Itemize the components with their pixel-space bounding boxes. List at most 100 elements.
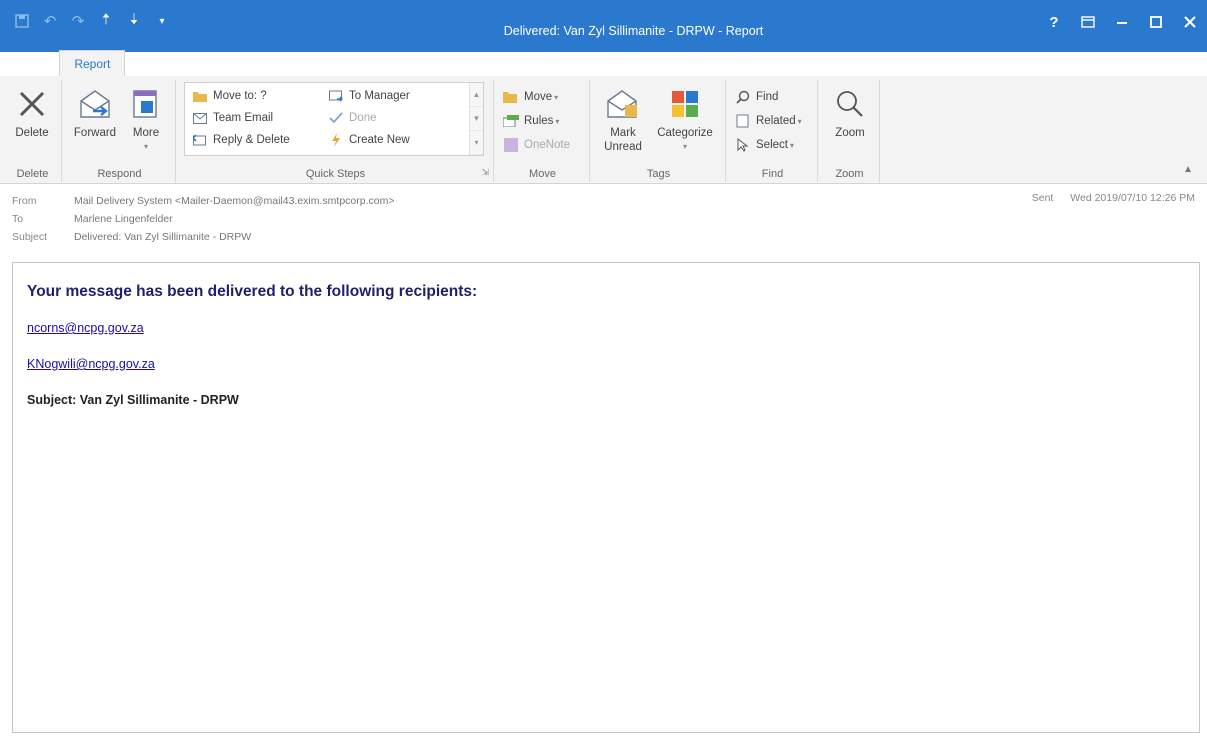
more-button[interactable]: More ▾ bbox=[124, 82, 168, 162]
group-tags: Mark Unread Categorize ▾ Tags bbox=[592, 80, 726, 182]
forward-button[interactable]: Forward bbox=[68, 82, 122, 162]
to-row: To Marlene Lingenfelder bbox=[12, 210, 173, 228]
quick-steps-scrollbar[interactable]: ▲ ▼ ▾ bbox=[469, 83, 483, 155]
arrow-up-icon[interactable]: 🠡 bbox=[92, 8, 120, 34]
quick-step-team-email[interactable]: Team Email bbox=[191, 107, 273, 129]
delete-label: Delete bbox=[15, 127, 49, 139]
onenote-button[interactable]: OneNote bbox=[502, 134, 570, 156]
categorize-icon bbox=[663, 82, 707, 126]
group-delete: Delete Delete bbox=[4, 80, 62, 182]
quick-step-create-new[interactable]: Create New bbox=[327, 129, 410, 151]
delete-x-icon bbox=[10, 82, 54, 126]
group-label-delete: Delete bbox=[16, 168, 49, 180]
message-body: Your message has been delivered to the f… bbox=[12, 262, 1200, 733]
zoom-button[interactable]: Zoom bbox=[826, 82, 874, 162]
title-bar: ↶ ↷ 🠡 🠣 ▾ Delivered: Van Zyl Sillimanite… bbox=[0, 0, 1207, 76]
delete-button[interactable]: Delete bbox=[8, 82, 56, 162]
mark-unread-icon bbox=[601, 82, 645, 126]
window-title: Delivered: Van Zyl Sillimanite - DRPW - … bbox=[503, 24, 764, 38]
quick-steps-launcher-icon[interactable]: ⇲ bbox=[481, 167, 489, 178]
window-controls: ? bbox=[1037, 10, 1207, 34]
help-icon[interactable]: ? bbox=[1037, 10, 1071, 34]
related-dropdown-icon: ▾ bbox=[797, 116, 802, 126]
scroll-up-icon[interactable]: ▲ bbox=[470, 83, 483, 107]
from-label: From bbox=[12, 195, 37, 207]
redo-icon[interactable]: ↷ bbox=[64, 8, 92, 34]
group-find: Find Related ▾ Select ▾ Find bbox=[728, 80, 818, 182]
recipient-link[interactable]: ncorns@ncpg.gov.za bbox=[27, 321, 1185, 335]
scroll-down-icon[interactable]: ▼ bbox=[470, 107, 483, 131]
subject-value: Delivered: Van Zyl Sillimanite - DRPW bbox=[74, 231, 252, 243]
more-respond-icon bbox=[124, 82, 168, 126]
zoom-magnifier-icon bbox=[828, 82, 872, 126]
recipient-link[interactable]: KNogwili@ncpg.gov.za bbox=[27, 357, 1185, 371]
move-button[interactable]: Move ▾ bbox=[502, 86, 558, 108]
subject-label: Subject bbox=[12, 231, 48, 243]
quick-step-move-to[interactable]: Move to: ? bbox=[191, 85, 267, 107]
mark-unread-button[interactable]: Mark Unread bbox=[598, 82, 648, 162]
check-icon bbox=[327, 110, 345, 126]
more-label: More bbox=[132, 127, 160, 139]
group-label-zoom: Zoom bbox=[835, 168, 864, 180]
close-icon[interactable] bbox=[1173, 10, 1207, 34]
to-value[interactable]: Marlene Lingenfelder bbox=[74, 213, 173, 225]
group-label-move: Move bbox=[529, 168, 556, 180]
minimize-icon[interactable] bbox=[1105, 10, 1139, 34]
outlook-message-window: ↶ ↷ 🠡 🠣 ▾ Delivered: Van Zyl Sillimanite… bbox=[0, 0, 1207, 739]
select-button[interactable]: Select ▾ bbox=[734, 134, 794, 156]
undo-icon[interactable]: ↶ bbox=[36, 8, 64, 34]
sent-info: Sent Wed 2019/07/10 12:26 PM bbox=[1032, 192, 1195, 204]
collapse-ribbon-icon[interactable]: ▲ bbox=[1183, 164, 1193, 175]
group-respond: Forward More ▾ Respond bbox=[64, 80, 176, 182]
folder-icon bbox=[191, 88, 209, 104]
group-label-respond: Respond bbox=[97, 168, 142, 180]
select-dropdown-icon: ▾ bbox=[789, 140, 794, 150]
group-move: Move ▾ Rules ▾ OneNote Move bbox=[496, 80, 590, 182]
subject-row: Subject Delivered: Van Zyl Sillimanite -… bbox=[12, 228, 251, 246]
maximize-icon[interactable] bbox=[1139, 10, 1173, 34]
categorize-label: Categorize bbox=[657, 127, 713, 139]
save-icon[interactable] bbox=[8, 8, 36, 34]
rules-dropdown-icon: ▾ bbox=[555, 116, 560, 126]
group-label-find: Find bbox=[761, 168, 784, 180]
customize-icon[interactable]: ▾ bbox=[148, 8, 176, 34]
quick-step-to-manager[interactable]: To Manager bbox=[327, 85, 410, 107]
zoom-label: Zoom bbox=[835, 127, 865, 139]
ribbon-tabs: File Report bbox=[0, 49, 126, 76]
rules-icon bbox=[502, 113, 520, 129]
select-cursor-icon bbox=[734, 137, 752, 153]
body-subject-line: Subject: Van Zyl Sillimanite - DRPW bbox=[27, 393, 239, 407]
delivery-heading: Your message has been delivered to the f… bbox=[27, 283, 478, 300]
quick-step-done[interactable]: Done bbox=[327, 107, 377, 129]
quick-steps-gallery: Move to: ? Team Email Reply & Delete To … bbox=[184, 82, 484, 156]
rules-button[interactable]: Rules ▾ bbox=[502, 110, 559, 132]
team-email-icon bbox=[191, 110, 209, 126]
group-label-tags: Tags bbox=[646, 168, 671, 180]
move-folder-icon bbox=[502, 89, 520, 105]
tab-report[interactable]: Report bbox=[59, 50, 126, 76]
ribbon: Delete Delete Forward More ▾ Respond Qui… bbox=[0, 76, 1207, 184]
more-dropdown-icon: ▾ bbox=[143, 142, 148, 151]
from-value[interactable]: Mail Delivery System <Mailer-Daemon@mail… bbox=[74, 195, 395, 207]
gallery-more-icon[interactable]: ▾ bbox=[470, 131, 483, 155]
message-header: From Mail Delivery System <Mailer-Daemon… bbox=[0, 185, 1207, 257]
quick-step-reply-delete[interactable]: Reply & Delete bbox=[191, 129, 290, 151]
to-label: To bbox=[12, 213, 24, 225]
arrow-down-icon[interactable]: 🠣 bbox=[120, 8, 148, 34]
forward-label: Forward bbox=[73, 127, 117, 139]
find-magnifier-icon bbox=[734, 89, 752, 105]
related-button[interactable]: Related ▾ bbox=[734, 110, 802, 132]
find-button[interactable]: Find bbox=[734, 86, 778, 108]
tab-file[interactable]: File bbox=[0, 50, 47, 76]
mark-label: Mark bbox=[610, 127, 636, 139]
lightning-icon bbox=[327, 132, 345, 148]
forward-icon bbox=[73, 82, 117, 126]
related-icon bbox=[734, 113, 752, 129]
categorize-button[interactable]: Categorize ▾ bbox=[652, 82, 718, 162]
categorize-dropdown-icon: ▾ bbox=[682, 142, 687, 151]
ribbon-display-options-icon[interactable] bbox=[1071, 10, 1105, 34]
sent-value: Wed 2019/07/10 12:26 PM bbox=[1070, 192, 1195, 204]
to-manager-icon bbox=[327, 88, 345, 104]
onenote-icon bbox=[502, 137, 520, 153]
sent-label: Sent bbox=[1031, 192, 1054, 204]
